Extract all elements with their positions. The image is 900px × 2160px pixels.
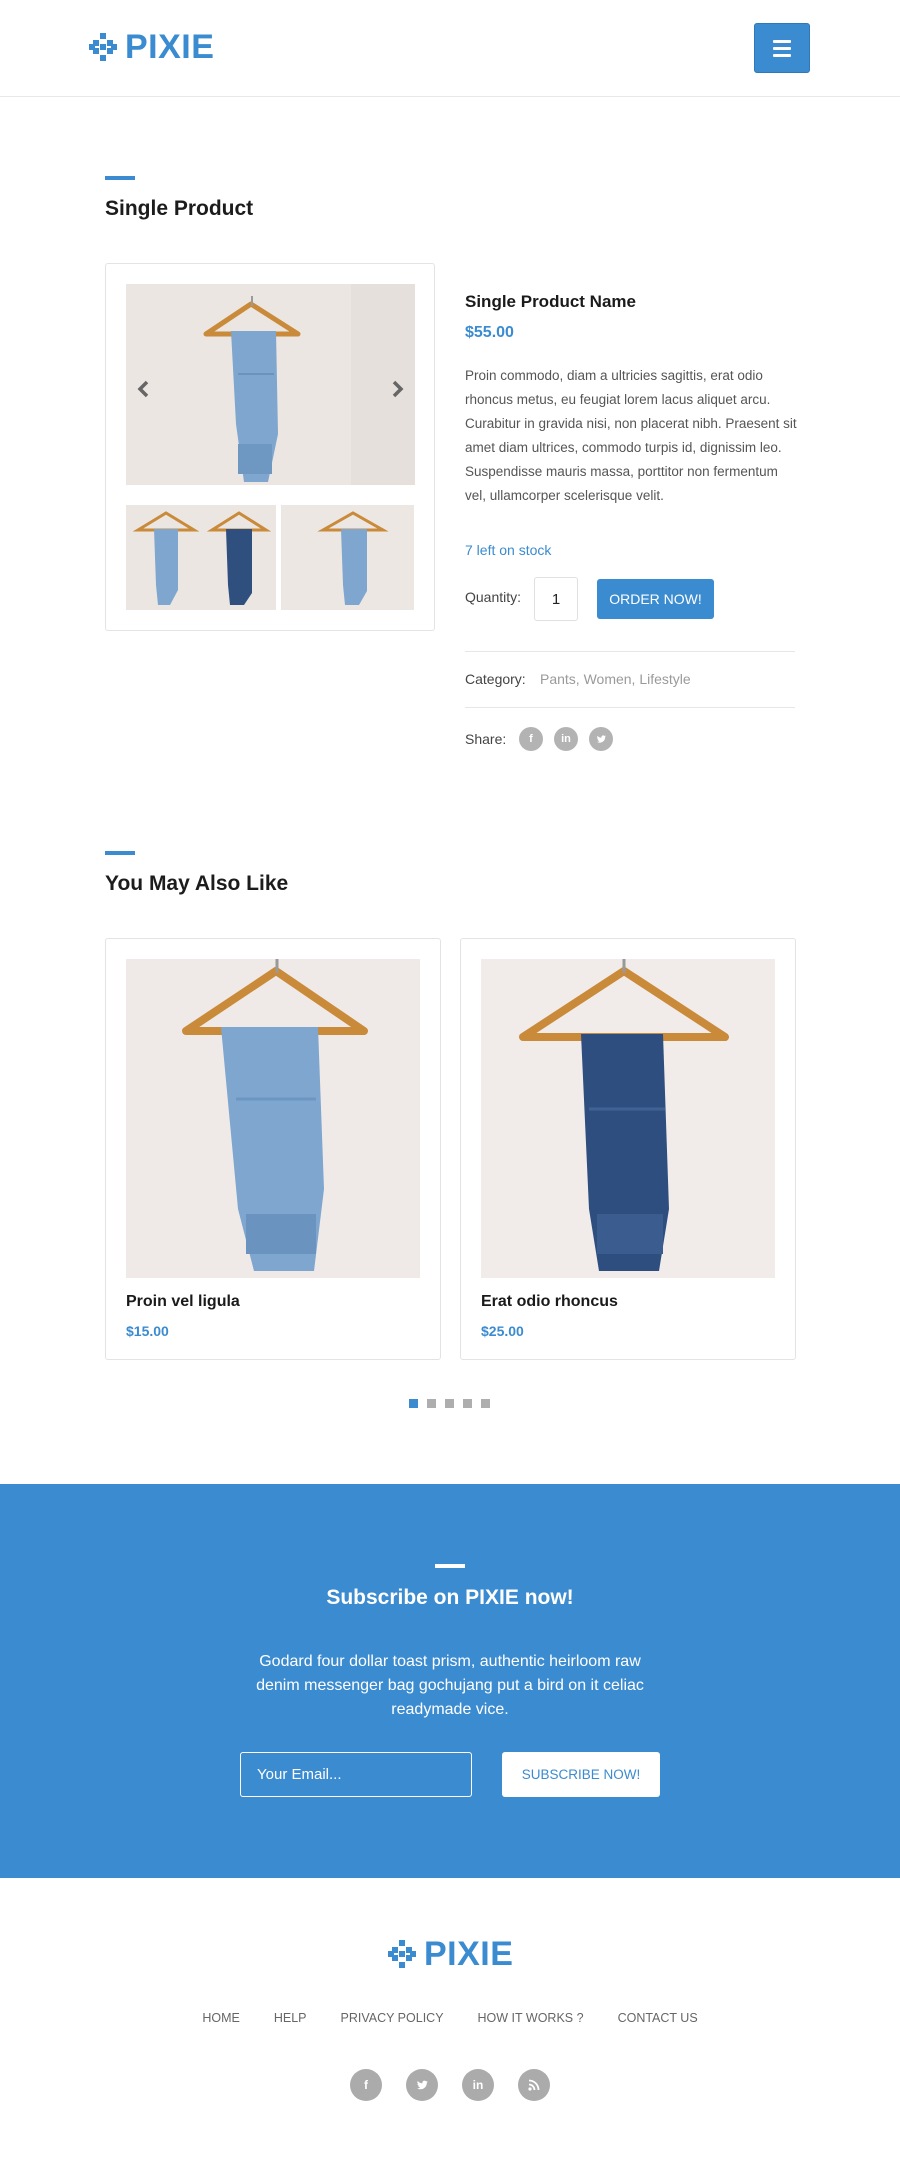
- linkedin-icon[interactable]: in: [554, 727, 578, 751]
- related-product-name[interactable]: Proin vel ligula: [126, 1293, 240, 1311]
- carousel-dot[interactable]: [409, 1399, 418, 1408]
- product-description: Proin commodo, diam a ultricies sagittis…: [465, 368, 797, 503]
- related-product-name[interactable]: Erat odio rhoncus: [481, 1293, 618, 1311]
- product-price: $55.00: [465, 324, 514, 341]
- rss-icon[interactable]: [518, 2069, 550, 2101]
- facebook-icon[interactable]: f: [350, 2069, 382, 2101]
- menu-button[interactable]: [754, 23, 810, 73]
- section-accent-bar: [105, 851, 135, 855]
- category-list[interactable]: Pants, Women, Lifestyle: [540, 671, 691, 687]
- footer-link-home[interactable]: HOME: [202, 2011, 240, 2025]
- carousel-dot[interactable]: [427, 1399, 436, 1408]
- chevron-left-icon: [137, 380, 149, 398]
- product-main-image[interactable]: [126, 284, 415, 485]
- hamburger-icon: [773, 39, 791, 43]
- related-product-image[interactable]: [481, 959, 775, 1278]
- quantity-input[interactable]: [534, 577, 578, 621]
- share-label: Share:: [465, 731, 507, 747]
- section-title-single-product: Single Product: [105, 197, 254, 220]
- section-accent-bar: [435, 1564, 465, 1568]
- footer-link-how-it-works[interactable]: HOW IT WORKS ?: [478, 2011, 584, 2025]
- gallery-next-button[interactable]: [387, 379, 407, 399]
- chevron-right-icon: [392, 380, 404, 398]
- share-icons: f in: [519, 727, 613, 751]
- gallery-thumbnail[interactable]: [281, 505, 414, 610]
- section-accent-bar: [105, 176, 135, 180]
- product-name: Single Product Name: [465, 292, 636, 311]
- subscribe-section: Subscribe on PIXIE now! Godard four doll…: [0, 1484, 900, 1878]
- twitter-icon[interactable]: [589, 727, 613, 751]
- divider: [465, 707, 795, 708]
- logo-mark-icon: [388, 1940, 416, 1968]
- related-product-price: $15.00: [126, 1323, 169, 1339]
- related-product-card[interactable]: Erat odio rhoncus $25.00: [460, 938, 796, 1360]
- related-product-image[interactable]: [126, 959, 420, 1278]
- twitter-icon[interactable]: [406, 2069, 438, 2101]
- logo-mark-icon: [89, 33, 117, 61]
- footer-link-help[interactable]: HELP: [274, 2011, 307, 2025]
- gallery-prev-button[interactable]: [134, 379, 154, 399]
- carousel-dot[interactable]: [445, 1399, 454, 1408]
- divider: [465, 651, 795, 652]
- footer-logo[interactable]: PIXIE: [388, 1937, 513, 1971]
- subscribe-text: Godard four dollar toast prism, authenti…: [256, 1653, 644, 1718]
- product-gallery: [105, 263, 435, 631]
- carousel-pagination: [409, 1399, 490, 1408]
- stock-status: 7 left on stock: [465, 542, 552, 558]
- related-product-price: $25.00: [481, 1323, 524, 1339]
- category-label: Category:: [465, 671, 526, 687]
- related-product-card[interactable]: Proin vel ligula $15.00: [105, 938, 441, 1360]
- subscribe-button[interactable]: SUBSCRIBE NOW!: [502, 1752, 660, 1797]
- linkedin-icon[interactable]: in: [462, 2069, 494, 2101]
- footer-link-contact-us[interactable]: CONTACT US: [618, 2011, 698, 2025]
- gallery-thumbnail[interactable]: [126, 505, 276, 610]
- site-header: PIXIE: [0, 0, 900, 97]
- quantity-label: Quantity:: [465, 589, 522, 605]
- facebook-icon[interactable]: f: [519, 727, 543, 751]
- footer-social-icons: f in: [350, 2069, 550, 2101]
- logo-text: PIXIE: [424, 1935, 514, 1973]
- email-input[interactable]: [240, 1752, 472, 1797]
- logo-text: PIXIE: [125, 28, 215, 66]
- carousel-dot[interactable]: [481, 1399, 490, 1408]
- carousel-dot[interactable]: [463, 1399, 472, 1408]
- site-logo[interactable]: PIXIE: [89, 30, 214, 64]
- footer-link-privacy-policy[interactable]: PRIVACY POLICY: [340, 2011, 443, 2025]
- order-now-button[interactable]: ORDER NOW!: [597, 579, 714, 619]
- footer-nav: HOME HELP PRIVACY POLICY HOW IT WORKS ? …: [0, 2011, 900, 2025]
- subscribe-title: Subscribe on PIXIE now!: [326, 1586, 574, 1609]
- section-title-related: You May Also Like: [105, 872, 289, 895]
